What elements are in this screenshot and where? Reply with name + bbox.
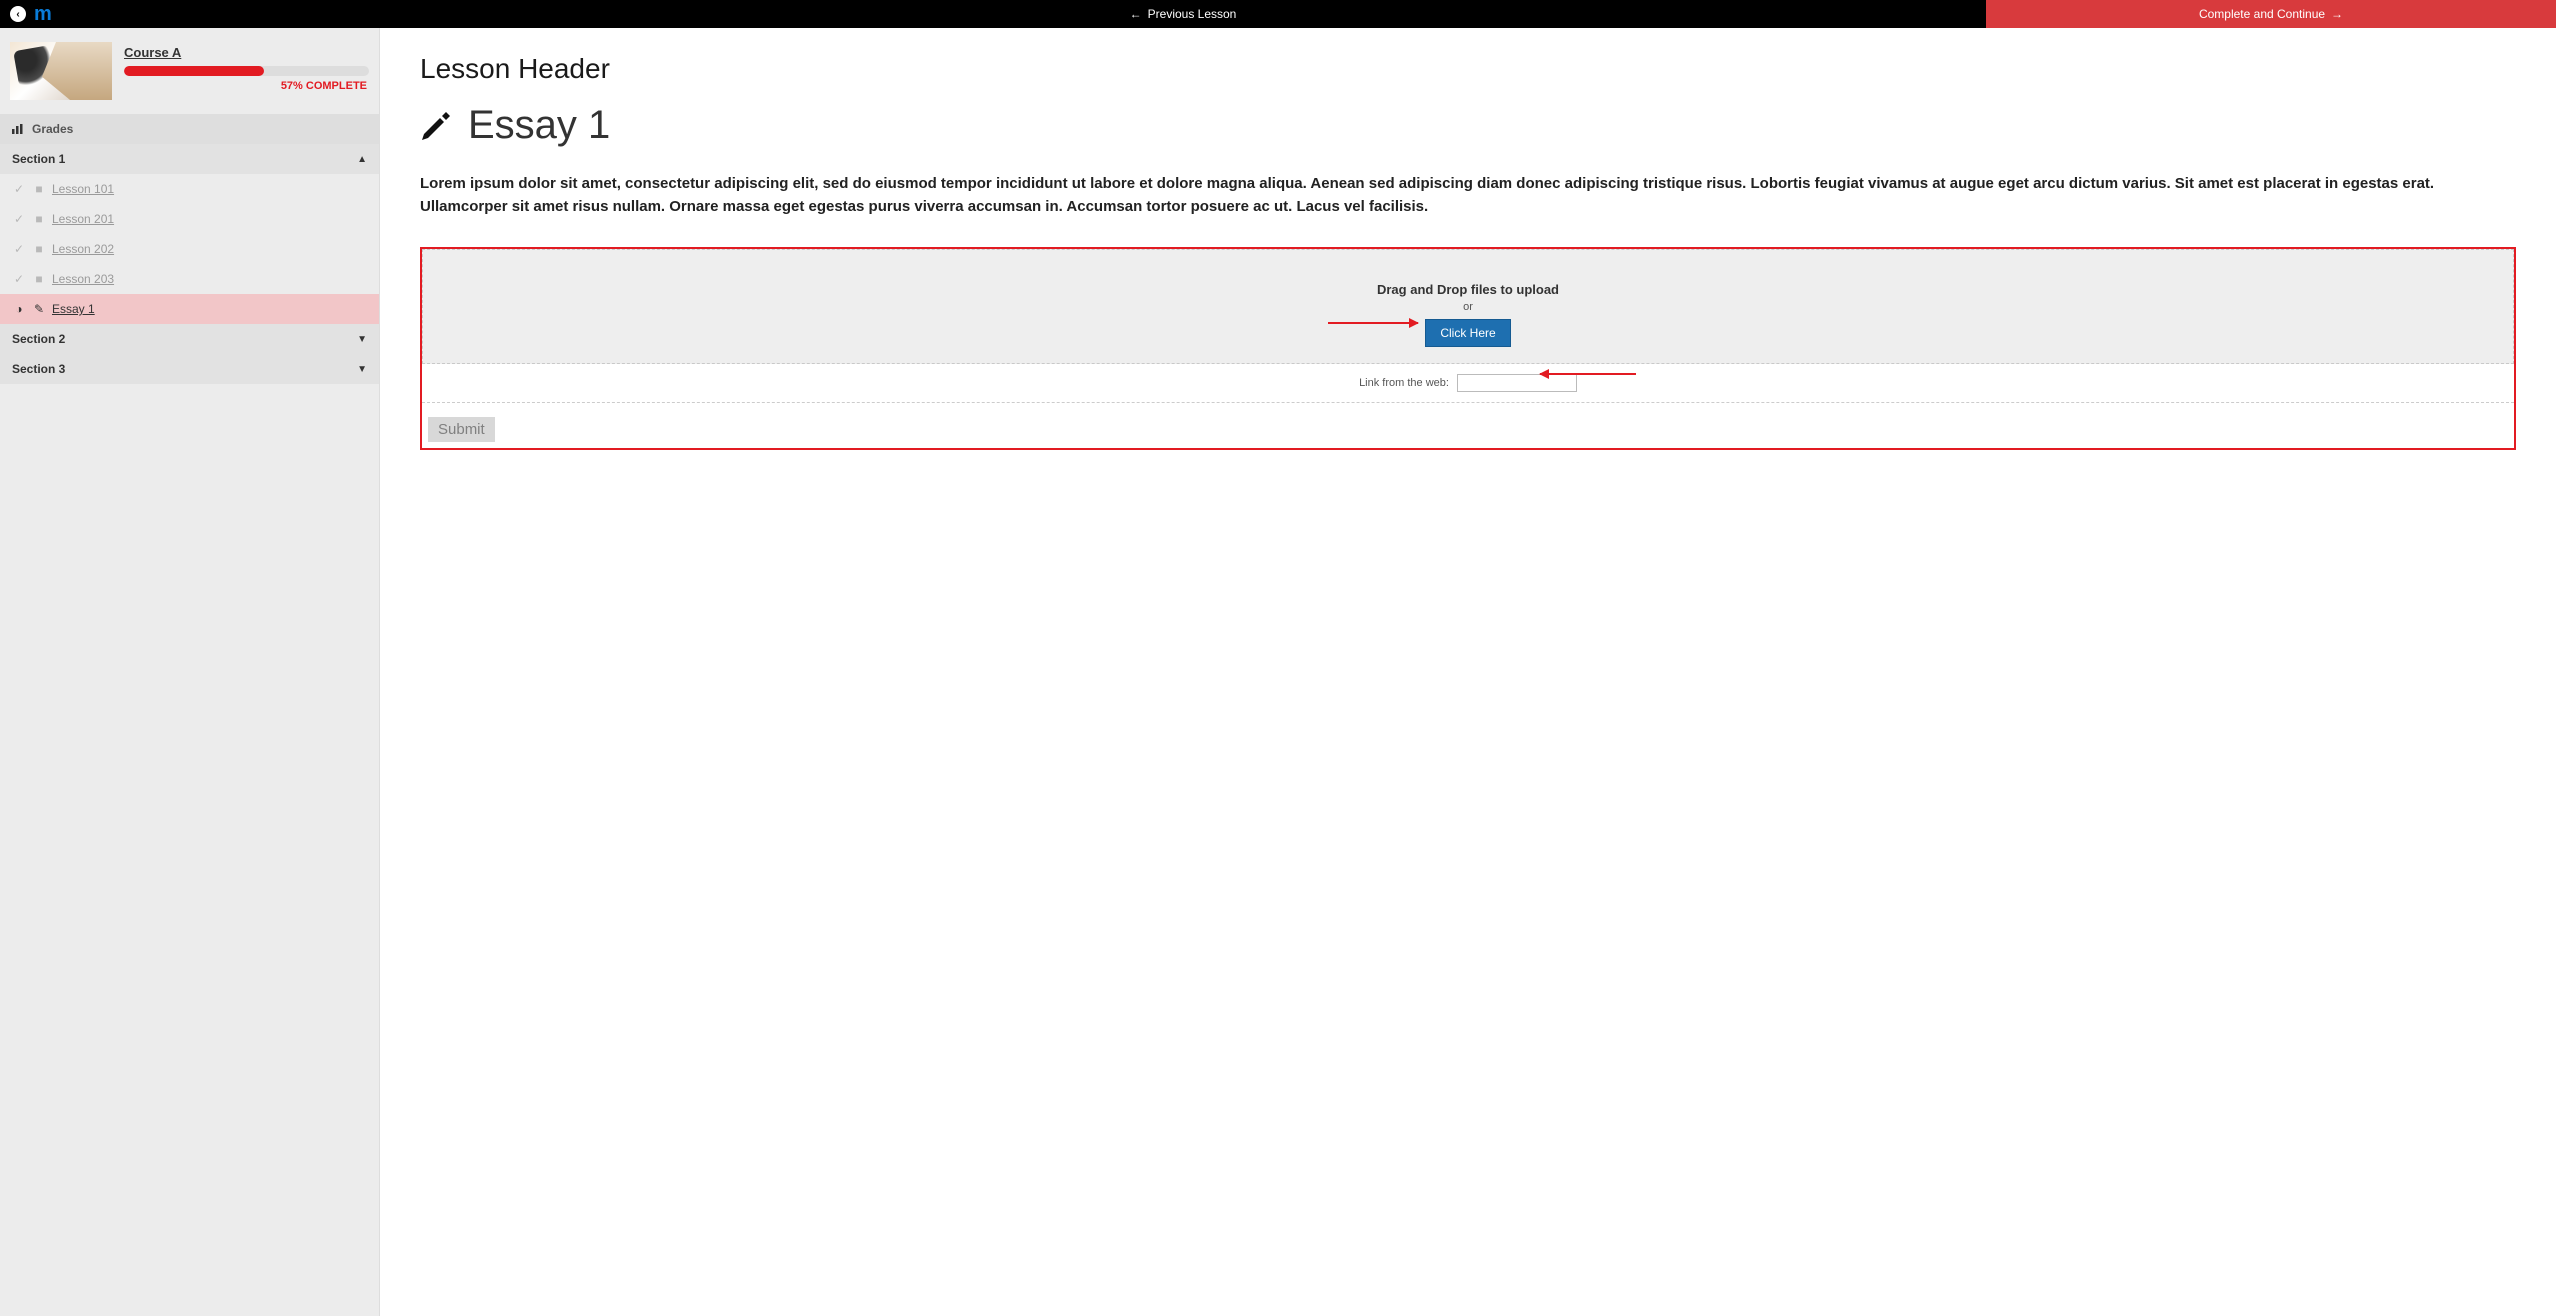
lesson-item[interactable]: ✓ ■ Lesson 101 xyxy=(0,174,379,204)
brand-logo[interactable]: m xyxy=(34,3,50,26)
progress-label: 57% COMPLETE xyxy=(124,80,369,92)
essay-title-row: Essay 1 xyxy=(420,103,2516,148)
lesson-item-active[interactable]: ◑ ✎ Essay 1 xyxy=(0,294,379,324)
submit-button[interactable]: Submit xyxy=(428,417,495,442)
annotation-arrow-icon xyxy=(1540,373,1636,375)
course-thumbnail[interactable] xyxy=(10,42,112,100)
link-from-web-row: Link from the web: xyxy=(422,364,2514,403)
complete-continue-label: Complete and Continue xyxy=(2199,7,2325,21)
previous-lesson-button[interactable]: ← Previous Lesson xyxy=(380,0,1986,28)
progress-fill xyxy=(124,66,264,76)
course-header: Course A 57% COMPLETE xyxy=(0,28,379,114)
sidebar-grades[interactable]: Grades xyxy=(0,114,379,144)
lesson-label: Lesson 203 xyxy=(52,272,114,286)
section-1-title: Section 1 xyxy=(12,152,65,166)
grades-label: Grades xyxy=(32,122,73,136)
link-from-web-label: Link from the web: xyxy=(1359,377,1449,389)
previous-lesson-label: Previous Lesson xyxy=(1148,7,1237,21)
main-content: Lesson Header Essay 1 Lorem ipsum dolor … xyxy=(380,28,2556,1316)
link-from-web-input[interactable] xyxy=(1457,374,1577,392)
section-header-3[interactable]: Section 3 ▼ xyxy=(0,354,379,384)
topbar-left: ‹ m xyxy=(0,0,380,28)
chevron-down-icon: ▼ xyxy=(357,334,367,345)
click-here-button[interactable]: Click Here xyxy=(1425,319,1510,347)
lesson-item[interactable]: ✓ ■ Lesson 202 xyxy=(0,234,379,264)
sidebar: Course A 57% COMPLETE Grades Section 1 ▲… xyxy=(0,28,380,1316)
lesson-label: Lesson 202 xyxy=(52,242,114,256)
lesson-item[interactable]: ✓ ■ Lesson 203 xyxy=(0,264,379,294)
topbar: ‹ m ← Previous Lesson Complete and Conti… xyxy=(0,0,2556,28)
half-circle-icon: ◑ xyxy=(12,302,26,316)
check-circle-icon: ✓ xyxy=(12,272,26,286)
lesson-header: Lesson Header xyxy=(420,53,2516,85)
lesson-label: Lesson 101 xyxy=(52,182,114,196)
drop-or: or xyxy=(433,301,2503,313)
pencil-icon: ✎ xyxy=(34,302,44,316)
course-title-link[interactable]: Course A xyxy=(124,45,181,60)
drop-zone[interactable]: Drag and Drop files to upload or Click H… xyxy=(422,249,2514,364)
annotation-arrow-icon xyxy=(1328,322,1418,324)
document-icon: ■ xyxy=(34,212,44,226)
lesson-item[interactable]: ✓ ■ Lesson 201 xyxy=(0,204,379,234)
complete-continue-button[interactable]: Complete and Continue → xyxy=(1986,0,2556,28)
bar-chart-icon xyxy=(12,124,24,134)
document-icon: ■ xyxy=(34,182,44,196)
document-icon: ■ xyxy=(34,242,44,256)
section-2-title: Section 2 xyxy=(12,332,65,346)
lesson-label: Lesson 201 xyxy=(52,212,114,226)
section-3-title: Section 3 xyxy=(12,362,65,376)
document-icon: ■ xyxy=(34,272,44,286)
section-header-1[interactable]: Section 1 ▲ xyxy=(0,144,379,174)
drop-title: Drag and Drop files to upload xyxy=(433,282,2503,297)
arrow-right-icon: → xyxy=(2331,7,2343,21)
chevron-left-icon: ‹ xyxy=(16,9,19,20)
upload-panel: Drag and Drop files to upload or Click H… xyxy=(420,247,2516,450)
check-circle-icon: ✓ xyxy=(12,182,26,196)
check-circle-icon: ✓ xyxy=(12,212,26,226)
arrow-left-icon: ← xyxy=(1130,7,1142,21)
essay-body: Lorem ipsum dolor sit amet, consectetur … xyxy=(420,172,2516,219)
chevron-up-icon: ▲ xyxy=(357,154,367,165)
chevron-down-icon: ▼ xyxy=(357,364,367,375)
progress-bar xyxy=(124,66,369,76)
check-circle-icon: ✓ xyxy=(12,242,26,256)
essay-title: Essay 1 xyxy=(468,103,610,148)
section-header-2[interactable]: Section 2 ▼ xyxy=(0,324,379,354)
pencil-icon xyxy=(420,110,452,142)
lesson-label: Essay 1 xyxy=(52,302,95,316)
back-button[interactable]: ‹ xyxy=(10,6,26,22)
